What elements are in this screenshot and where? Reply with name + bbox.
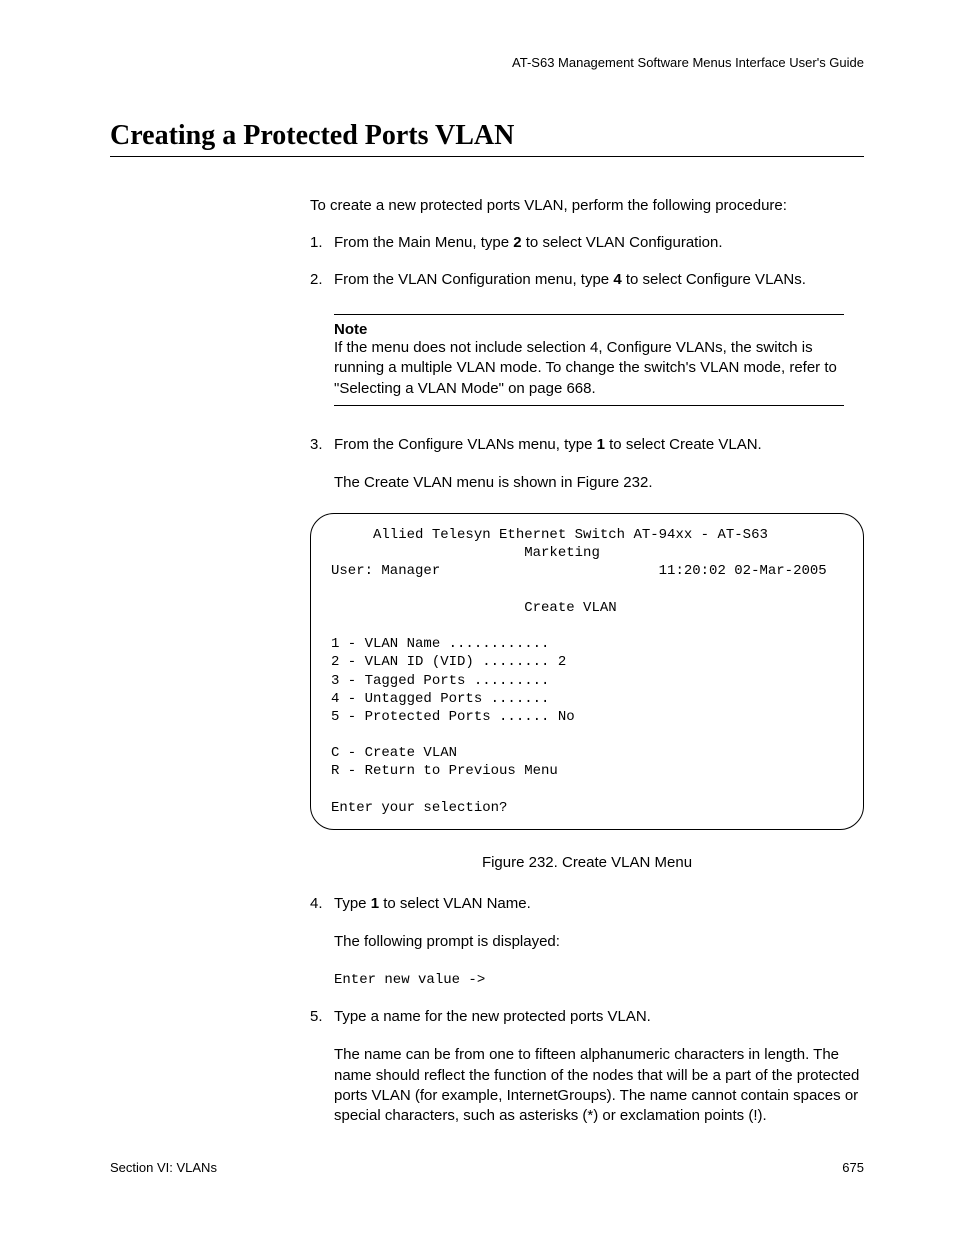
note-rule-bottom — [334, 405, 844, 406]
step-text: Type 1 to select VLAN Name. — [334, 895, 864, 912]
note-box: Note If the menu does not include select… — [334, 308, 864, 412]
text-part: to select Create VLAN. — [605, 436, 762, 453]
footer-left: Section VI: VLANs — [110, 1160, 217, 1175]
prompt-text: Enter new value -> — [334, 972, 864, 988]
step-text: Type a name for the new protected ports … — [334, 1008, 864, 1025]
step-number: 2. — [310, 271, 334, 288]
text-bold: 1 — [597, 436, 605, 453]
step-number: 1. — [310, 234, 334, 251]
terminal-screen: Allied Telesyn Ethernet Switch AT-94xx -… — [310, 513, 864, 830]
step-text: From the VLAN Configuration menu, type 4… — [334, 271, 864, 288]
figure-caption: Figure 232. Create VLAN Menu — [310, 854, 864, 871]
text-bold: 2 — [513, 234, 521, 251]
step-3: 3. From the Configure VLANs menu, type 1… — [310, 436, 864, 453]
text-part: From the Main Menu, type — [334, 234, 513, 251]
content-block: To create a new protected ports VLAN, pe… — [310, 197, 864, 1126]
text-bold: 1 — [371, 895, 379, 912]
step-text: From the Main Menu, type 2 to select VLA… — [334, 234, 864, 251]
step-number: 4. — [310, 895, 334, 912]
step-4: 4. Type 1 to select VLAN Name. — [310, 895, 864, 912]
step-number: 3. — [310, 436, 334, 453]
intro-paragraph: To create a new protected ports VLAN, pe… — [310, 197, 864, 214]
text-part: to select VLAN Name. — [379, 895, 531, 912]
text-part: to select Configure VLANs. — [622, 271, 806, 288]
step-5-sub: The name can be from one to fifteen alph… — [334, 1045, 864, 1126]
footer-page-number: 675 — [842, 1160, 864, 1175]
step-2: 2. From the VLAN Configuration menu, typ… — [310, 271, 864, 288]
text-part: From the Configure VLANs menu, type — [334, 436, 597, 453]
text-bold: 4 — [613, 271, 621, 288]
page-footer: Section VI: VLANs 675 — [110, 1160, 864, 1175]
note-text: If the menu does not include selection 4… — [334, 338, 864, 399]
text-part: Type — [334, 895, 371, 912]
step-4-sub: The following prompt is displayed: — [334, 932, 864, 952]
step-5: 5. Type a name for the new protected por… — [310, 1008, 864, 1025]
text-part: to select VLAN Configuration. — [522, 234, 723, 251]
step-3-sub: The Create VLAN menu is shown in Figure … — [334, 473, 864, 493]
note-label: Note — [334, 321, 864, 338]
main-heading: Creating a Protected Ports VLAN — [110, 120, 864, 157]
step-number: 5. — [310, 1008, 334, 1025]
text-part: From the VLAN Configuration menu, type — [334, 271, 613, 288]
page-header: AT-S63 Management Software Menus Interfa… — [110, 55, 864, 70]
note-rule-top — [334, 314, 844, 315]
step-text: From the Configure VLANs menu, type 1 to… — [334, 436, 864, 453]
step-1: 1. From the Main Menu, type 2 to select … — [310, 234, 864, 251]
